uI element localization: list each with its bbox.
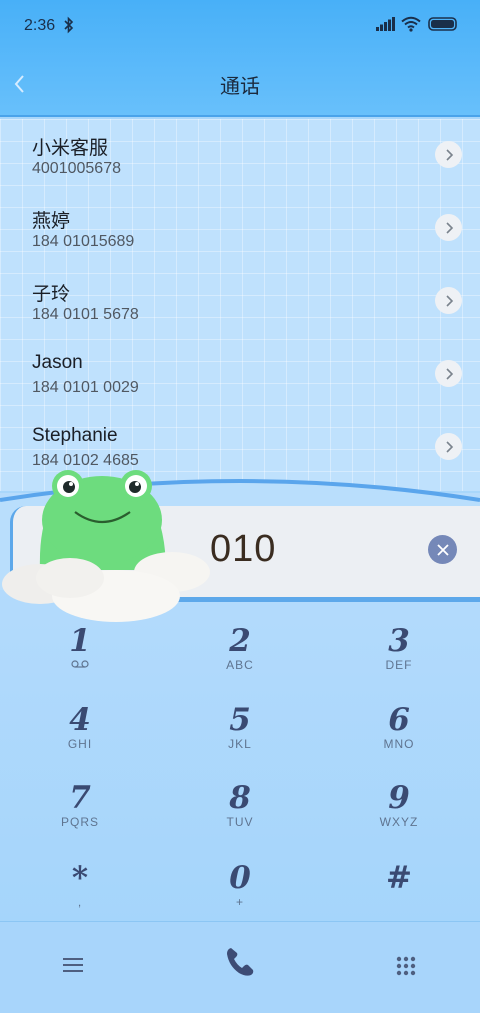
clear-button[interactable] (428, 535, 457, 564)
key-digit: 1 (69, 623, 91, 659)
key-letters: WXYZ (379, 815, 419, 829)
key-2[interactable]: 2 ABC (180, 624, 300, 694)
contact-number: 184 0101 5678 (32, 306, 139, 323)
contact-row[interactable]: 小米客服 4001005678 (0, 119, 480, 191)
key-digit: 7 (69, 780, 91, 816)
key-digit: 6 (388, 702, 410, 738)
phone-icon[interactable] (222, 944, 258, 980)
contact-number: 184 01015689 (32, 233, 135, 250)
contact-row[interactable]: 子玲 184 0101 5678 (0, 265, 480, 337)
key-4[interactable]: 4 GHI (20, 703, 140, 773)
key-letters: JKL (228, 737, 252, 751)
key-5[interactable]: 5 JKL (180, 703, 300, 773)
key-digit: 3 (388, 623, 410, 659)
contact-name: Jason (32, 352, 83, 373)
key-letters: DEF (385, 658, 413, 672)
key-digit: 0 (229, 860, 251, 896)
key-letters: MNO (383, 737, 415, 751)
key-digit: # (386, 860, 412, 896)
chevron-right-icon (445, 294, 453, 307)
wifi-icon (401, 16, 421, 32)
contact-name: Stephanie (32, 425, 118, 446)
contact-row[interactable]: 燕婷 184 01015689 (0, 192, 480, 264)
frog-mascot-illustration (2, 470, 210, 622)
contact-list: 小米客服 4001005678 燕婷 184 01015689 子玲 184 0… (0, 119, 480, 491)
key-3[interactable]: 3 DEF (339, 624, 459, 694)
close-icon (436, 543, 449, 556)
key-letters: GHI (67, 737, 93, 751)
bluetooth-icon (64, 16, 74, 34)
key-digit: * (71, 860, 89, 896)
key-letters: TUV (226, 815, 254, 829)
contact-name: 燕婷 (32, 211, 71, 232)
voicemail-icon (71, 660, 89, 668)
key-letters: PQRS (60, 815, 99, 829)
key-digit: 9 (388, 780, 410, 816)
key-7[interactable]: 7 PQRS (20, 781, 140, 851)
contact-row[interactable]: Jason 184 0101 0029 (0, 338, 480, 410)
key-letters: + (235, 895, 244, 909)
key-digit: 4 (69, 702, 91, 738)
key-digit: 5 (229, 702, 251, 738)
contact-name: 子玲 (32, 284, 71, 305)
bottom-bar (0, 921, 480, 1013)
key-6[interactable]: 6 MNO (339, 703, 459, 773)
key-8[interactable]: 8 TUV (180, 781, 300, 851)
battery-icon (428, 17, 457, 31)
key-letters: ABC (226, 658, 254, 672)
signal-icon (376, 17, 395, 31)
key-digit: 8 (229, 780, 251, 816)
menu-icon[interactable] (63, 957, 83, 973)
contact-detail-button[interactable] (435, 214, 462, 241)
status-time: 2:36 (24, 17, 56, 34)
chevron-right-icon (445, 221, 453, 234)
contact-detail-button[interactable] (435, 433, 462, 460)
contact-detail-button[interactable] (435, 141, 462, 168)
key-digit: 2 (229, 623, 251, 659)
contact-number: 4001005678 (32, 160, 121, 177)
chevron-right-icon (445, 440, 453, 453)
contact-number: 184 0101 0029 (32, 379, 139, 396)
key-9[interactable]: 9 WXYZ (339, 781, 459, 851)
top-bar: 2:36 通话 (0, 0, 480, 117)
key-letters: , (77, 895, 83, 909)
chevron-right-icon (445, 148, 453, 161)
status-bar: 2:36 (0, 0, 480, 52)
contact-detail-button[interactable] (435, 287, 462, 314)
chevron-right-icon (445, 367, 453, 380)
page-title: 通话 (220, 76, 260, 98)
dialpad-icon[interactable] (396, 956, 416, 976)
key-1[interactable]: 1 (20, 624, 140, 694)
contact-name: 小米客服 (32, 138, 109, 159)
contact-detail-button[interactable] (435, 360, 462, 387)
